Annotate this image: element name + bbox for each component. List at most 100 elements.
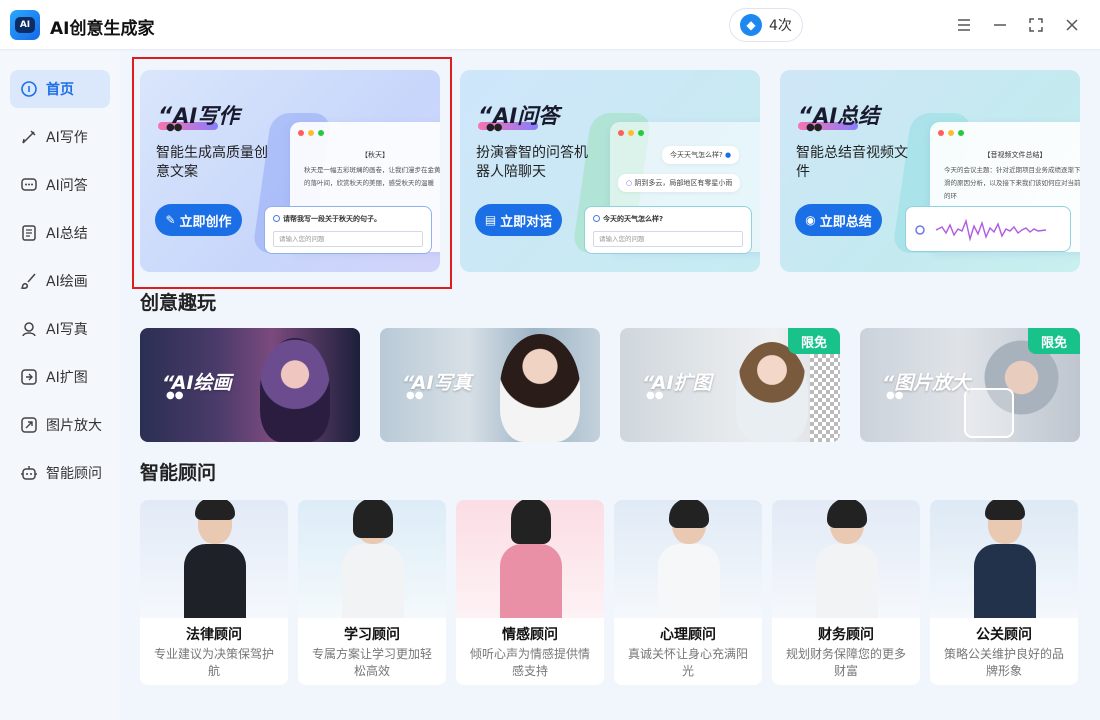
sidebar-item-label: 智能顾问 [46,466,102,482]
quota-count: 4次 [769,18,792,34]
app-title: AI创意生成家 [50,19,155,39]
sidebar-item-label: AI写作 [46,130,88,146]
sidebar-item-ai-painting[interactable]: AI绘画 [10,262,110,300]
feature-card-ai-summary[interactable]: “AI总结 ●● 智能总结音视频文件 ◉ 立即总结 【音视频文件总结】 今天的会议… [780,70,1080,272]
advisor-name: 心理顾问 [660,627,716,643]
eyes-icon: ●● [166,390,184,401]
mock-prompt-text: 请帮我写一段关于秋天的句子。 [283,215,381,223]
sidebar-item-image-zoom[interactable]: 图片放大 [10,406,110,444]
mock-prompt-text: 今天的天气怎么样? [603,215,664,223]
robot-woman-image [260,338,330,442]
quota-badge[interactable]: ◆ 4次 [729,8,803,42]
transparent-pattern [810,354,840,442]
sidebar-item-label: 图片放大 [46,418,102,434]
feather-icon: ✎ [165,213,176,227]
section-title-advisors: 智能顾问 [140,462,217,484]
close-icon[interactable] [1060,13,1084,37]
creative-card-ai-portrait[interactable]: “AI写真 ●● [380,328,600,442]
sidebar-item-ai-portrait[interactable]: AI写真 [10,310,110,348]
mock-chat-question-text: 今天天气怎么样? [670,151,723,159]
portrait-icon [20,320,38,338]
advisor-desc: 策略公关维护良好的品牌形象 [944,647,1065,678]
sidebar-item-ai-expand[interactable]: AI扩图 [10,358,110,396]
feature-desc: 智能总结音视频文件 [796,145,908,180]
create-now-button[interactable]: ✎ 立即创作 [155,204,242,236]
advisor-avatar-image [974,500,1036,618]
button-label: 立即对话 [500,214,553,230]
advisor-card-legal[interactable]: 法律顾问 专业建议为决策保驾护航 [140,500,288,685]
creative-card-ai-painting[interactable]: “AI绘画 ●● [140,328,360,442]
maximize-icon[interactable] [1024,13,1048,37]
chat-now-button[interactable]: ▤ 立即对话 [475,204,562,236]
title-bar: AI AI创意生成家 ◆ 4次 [0,0,1100,50]
summarize-now-button[interactable]: ◉ 立即总结 [795,204,882,236]
free-badge: 限免 [1028,328,1080,354]
audio-wave-icon [915,218,1047,242]
button-label: 立即总结 [819,214,872,230]
window-dots-icon [298,130,324,136]
minimize-icon[interactable] [988,13,1012,37]
sidebar-item-label: AI问答 [46,178,88,194]
feature-title-text: AI问答 [493,104,560,128]
sidebar-item-label: 首页 [46,82,74,98]
advisor-desc: 真诚关怀让身心充满阳光 [628,647,749,678]
thumbnail-frame [964,388,1014,438]
feature-desc: 智能生成高质量创意文案 [156,145,268,180]
sidebar-item-label: AI写真 [46,322,88,338]
advisor-name: 法律顾问 [186,627,242,643]
zoom-image-icon [20,416,38,434]
sidebar-item-ai-writing[interactable]: AI写作 [10,118,110,156]
mock-text: 今天的会议主题：针对近期项目业务成绩逐渐下滑的原因分析，以及接下来我们该如何应对… [944,166,1080,200]
eyes-icon: ●● [166,122,182,133]
pen-icon [20,128,38,146]
advisor-card-emotion[interactable]: 情感顾问 倾听心声为情感提供情感支持 [456,500,604,685]
advisor-card-pr[interactable]: 公关顾问 策略公关维护良好的品牌形象 [930,500,1078,685]
summary-icon: ◉ [805,213,816,227]
eyes-icon: ●● [646,390,664,401]
mock-heading: 【音视频文件总结】 [983,151,1047,159]
woman-expand-image [736,342,808,442]
advisor-avatar-image [816,500,878,618]
advisor-name: 公关顾问 [976,627,1032,643]
sidebar-item-ai-qa[interactable]: AI问答 [10,166,110,204]
robot-icon [20,464,38,482]
main-content: “AI写作 ●● 智能生成高质量创意文案 ✎ 立即创作 【秋天】 秋天是一幅五彩斑… [120,51,1100,720]
mock-prompt: 今天的天气怎么样? [593,214,663,224]
cube-icon: ◆ [740,14,762,36]
advisor-desc: 规划财务保障您的更多财富 [786,647,907,678]
advisor-card-study[interactable]: 学习顾问 专属方案让学习更加轻松高效 [298,500,446,685]
document-icon [20,224,38,242]
sidebar-item-smart-advisor[interactable]: 智能顾问 [10,454,110,492]
eyes-icon: ●● [806,122,822,133]
sidebar-item-label: AI扩图 [46,370,88,386]
home-icon [20,80,38,98]
mock-prompt-box: 请帮我写一段关于秋天的句子。 请输入您的问题 [264,206,432,254]
mock-input: 请输入您的问题 [593,231,743,247]
advisor-desc: 专业建议为决策保驾护航 [154,647,275,678]
mock-chat-question: 今天天气怎么样? ● [662,146,740,164]
feature-title-text: AI写作 [173,104,240,128]
mock-heading: 【秋天】 [361,151,389,159]
sidebar: 首页 AI写作 AI问答 AI总结 AI绘画 AI写真 AI扩图 图片放大 智能… [0,51,120,720]
sidebar-item-home[interactable]: 首页 [10,70,110,108]
creative-card-ai-expand[interactable]: 限免 “AI扩图 ●● [620,328,840,442]
chat-icon [20,176,38,194]
button-label: 立即创作 [179,214,232,230]
feature-title-text: AI总结 [813,104,880,128]
creative-card-image-zoom[interactable]: 限免 “图片放大 ●● [860,328,1080,442]
audio-wave-box [905,206,1071,252]
feature-desc: 扮演睿智的问答机器人陪聊天 [476,145,588,180]
feature-card-ai-qa[interactable]: “AI问答 ●● 扮演睿智的问答机器人陪聊天 ▤ 立即对话 今天天气怎么样? ● … [460,70,760,272]
feature-card-ai-writing[interactable]: “AI写作 ●● 智能生成高质量创意文案 ✎ 立即创作 【秋天】 秋天是一幅五彩斑… [140,70,440,272]
mock-text: 秋天是一幅五彩斑斓的画卷，让我们漫步在金黄的落叶间，欣赏秋天的美丽，感受秋天的温… [304,166,440,187]
advisor-card-psychology[interactable]: 心理顾问 真诚关怀让身心充满阳光 [614,500,762,685]
advisor-avatar-image [184,500,246,618]
advisor-card-finance[interactable]: 财务顾问 规划财务保障您的更多财富 [772,500,920,685]
sidebar-item-label: AI绘画 [46,274,88,290]
advisor-name: 情感顾问 [502,627,558,643]
menu-icon[interactable] [952,13,976,37]
card-title-text: 图片放大 [894,372,971,394]
sidebar-item-ai-summary[interactable]: AI总结 [10,214,110,252]
expand-icon [20,368,38,386]
mock-prompt-box: 今天的天气怎么样? 请输入您的问题 [584,206,752,254]
